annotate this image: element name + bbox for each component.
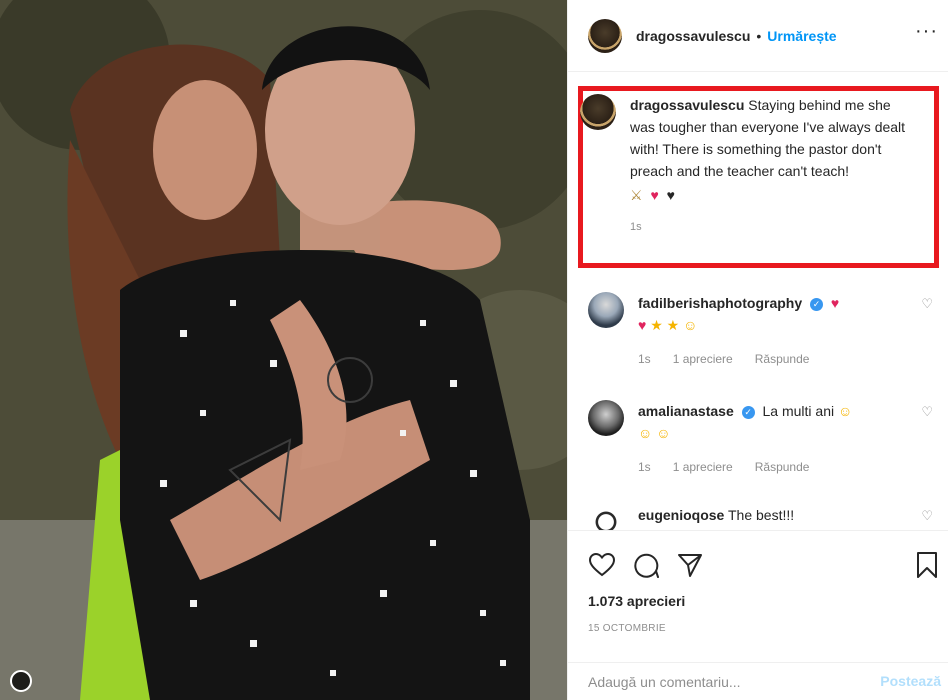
comment-likes[interactable]: 1 apreciere bbox=[673, 348, 733, 370]
like-comment-icon[interactable]: ♡ bbox=[921, 296, 933, 312]
follow-button[interactable]: Urmărește bbox=[767, 28, 836, 44]
comment-username[interactable]: amalianastase bbox=[638, 403, 734, 419]
reply-button[interactable]: Răspunde bbox=[755, 348, 810, 370]
comments-list[interactable]: dragossavulescu Staying behind me she wa… bbox=[568, 72, 948, 530]
smiling-face-icon: ☺ bbox=[683, 317, 698, 333]
verified-badge-icon: ✓ bbox=[810, 297, 824, 311]
comment-body: eugenioqose The best!!! bbox=[638, 504, 898, 530]
black-heart-icon: ♥ bbox=[666, 187, 677, 203]
star-icon: ★ bbox=[650, 317, 663, 333]
red-heart-icon: ♥ bbox=[650, 187, 661, 203]
caption-avatar[interactable] bbox=[580, 94, 616, 130]
comment-emojis: ☺ ☺ bbox=[638, 422, 898, 444]
hugging-face-icon: ☺ bbox=[838, 403, 853, 419]
red-heart-icon: ♥ bbox=[830, 295, 840, 311]
caption: dragossavulescu Staying behind me she wa… bbox=[580, 94, 910, 238]
comment-username[interactable]: eugenioqose bbox=[638, 507, 724, 523]
comment-avatar[interactable] bbox=[588, 400, 624, 436]
post-photo[interactable] bbox=[0, 0, 567, 700]
comment-body: fadilberishaphotography ✓ ♥ ♥ ★ ★ ☺ 1s 1… bbox=[638, 292, 898, 370]
post-date: 15 octombrie bbox=[588, 623, 666, 634]
comment-emojis: ♥ ★ ★ ☺ bbox=[638, 314, 898, 336]
comment-meta: 1s 1 apreciere Răspunde bbox=[638, 456, 898, 478]
comment-input[interactable] bbox=[588, 673, 868, 690]
comment-body: amalianastase ✓ La multi ani ☺ ☺ ☺ 1s 1 … bbox=[638, 400, 898, 478]
comment-time: 1s bbox=[638, 460, 651, 474]
reply-button[interactable]: Răspunde bbox=[755, 456, 810, 478]
post-comment-button[interactable]: Postează bbox=[880, 673, 941, 689]
likes-count[interactable]: 1.073 aprecieri bbox=[588, 593, 685, 609]
star-icon: ★ bbox=[666, 317, 680, 333]
comment-composer: Postează bbox=[568, 662, 948, 700]
comment-icon[interactable] bbox=[630, 549, 662, 581]
photo-illustration bbox=[0, 0, 567, 700]
crossed-swords-icon: ⚔ bbox=[630, 187, 645, 203]
like-comment-icon[interactable]: ♡ bbox=[921, 508, 933, 524]
like-icon[interactable] bbox=[586, 549, 618, 581]
caption-time: 1s bbox=[630, 221, 642, 233]
more-options-icon[interactable]: ··· bbox=[915, 20, 938, 43]
comment-avatar[interactable] bbox=[588, 292, 624, 328]
red-heart-icon: ♥ bbox=[638, 317, 647, 333]
comment-username[interactable]: fadilberishaphotography bbox=[638, 295, 802, 311]
comment-item: amalianastase ✓ La multi ani ☺ ☺ ☺ 1s 1 … bbox=[588, 400, 933, 478]
tagged-user-icon[interactable] bbox=[10, 670, 32, 692]
comment-item: eugenioqose The best!!! ♡ bbox=[588, 504, 933, 530]
comment-likes[interactable]: 1 apreciere bbox=[673, 456, 733, 478]
comment-avatar[interactable] bbox=[588, 504, 624, 530]
action-icons bbox=[586, 549, 706, 581]
hugging-face-icon: ☺ bbox=[638, 425, 653, 441]
caption-body: dragossavulescu Staying behind me she wa… bbox=[630, 94, 910, 238]
author-username[interactable]: dragossavulescu bbox=[636, 28, 750, 44]
header-separator: • bbox=[756, 27, 762, 44]
comment-time: 1s bbox=[638, 352, 651, 366]
comment-item: fadilberishaphotography ✓ ♥ ♥ ★ ★ ☺ 1s 1… bbox=[588, 292, 933, 370]
post-header: dragossavulescu • Urmărește ··· bbox=[568, 0, 948, 72]
verified-badge-icon: ✓ bbox=[741, 405, 755, 419]
author-avatar[interactable] bbox=[588, 18, 622, 53]
share-icon[interactable] bbox=[674, 549, 706, 581]
comment-text: La multi ani bbox=[762, 403, 835, 419]
hugging-face-icon: ☺ bbox=[656, 425, 671, 441]
post-actions: 1.073 aprecieri 15 octombrie bbox=[568, 530, 948, 670]
post-panel: dragossavulescu • Urmărește ··· dragossa… bbox=[567, 0, 948, 700]
caption-emojis: ⚔ ♥ ♥ bbox=[630, 184, 910, 206]
bookmark-icon[interactable] bbox=[911, 549, 943, 581]
comment-text: The best!!! bbox=[728, 507, 795, 523]
comment-meta: 1s 1 apreciere Răspunde bbox=[638, 348, 898, 370]
caption-username[interactable]: dragossavulescu bbox=[630, 97, 744, 113]
like-comment-icon[interactable]: ♡ bbox=[921, 404, 933, 420]
